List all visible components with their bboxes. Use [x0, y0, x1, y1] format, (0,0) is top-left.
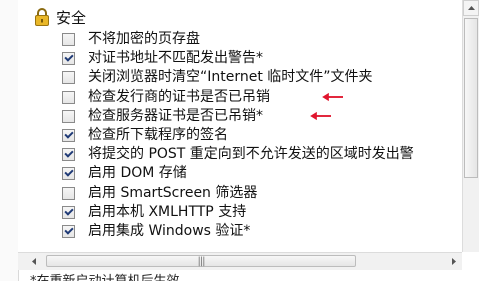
red-arrow-icon	[310, 111, 331, 120]
horizontal-scrollbar[interactable]: |||	[18, 252, 462, 270]
setting-checkbox[interactable]	[62, 33, 75, 46]
setting-checkbox[interactable]	[62, 148, 75, 162]
setting-label: 启用本机 XMLHTTP 支持	[88, 203, 247, 220]
lock-icon	[34, 8, 50, 26]
setting-label: 检查发行商的证书是否已吊销	[88, 88, 270, 105]
setting-label: 启用 SmartScreen 筛选器	[88, 184, 258, 201]
setting-label: 检查服务器证书是否已吊销*	[88, 107, 263, 124]
grip-icon: |||	[197, 255, 205, 267]
setting-checkbox[interactable]	[62, 52, 75, 66]
setting-label: 对证书地址不匹配发出警告*	[88, 50, 263, 67]
vertical-scrollbar[interactable]	[462, 0, 479, 252]
setting-label: 检查所下载程序的签名	[88, 127, 228, 143]
setting-checkbox[interactable]	[62, 109, 75, 123]
scroll-right-button[interactable]	[446, 253, 462, 270]
setting-checkbox[interactable]	[62, 205, 75, 219]
settings-list: 安全 不将加密的页存盘对证书地址不匹配发出警告* 关闭浏览器时清空“Interne…	[18, 0, 462, 252]
setting-label: 启用 DOM 存储	[88, 165, 187, 182]
section-header-security: 安全	[34, 6, 86, 28]
panel-left-edge	[0, 0, 19, 281]
setting-checkbox[interactable]	[62, 90, 75, 104]
footer-note: *在重新启动计算机后生效	[30, 270, 180, 281]
setting-checkbox[interactable]	[62, 186, 75, 200]
setting-label: 关闭浏览器时清空“Internet 临时文件”文件夹	[88, 69, 373, 86]
scroll-left-button[interactable]	[26, 253, 42, 270]
setting-row[interactable]: 启用集成 Windows 验证*	[18, 221, 462, 243]
horizontal-scroll-thumb[interactable]: |||	[46, 255, 356, 267]
scrollbar-corner	[462, 252, 480, 281]
setting-checkbox[interactable]	[62, 225, 75, 238]
setting-checkbox[interactable]	[62, 129, 75, 142]
setting-checkbox[interactable]	[62, 71, 75, 85]
setting-label: 不将加密的页存盘	[88, 31, 200, 47]
setting-label: 启用集成 Windows 验证*	[88, 223, 251, 239]
scroll-up-button[interactable]	[463, 0, 479, 16]
setting-checkbox[interactable]	[62, 167, 75, 181]
setting-label: 将提交的 POST 重定向到不允许发送的区域时发出警	[88, 146, 414, 163]
settings-panel: 安全 不将加密的页存盘对证书地址不匹配发出警告* 关闭浏览器时清空“Interne…	[0, 0, 480, 281]
section-title: 安全	[56, 8, 87, 27]
vertical-scroll-thumb[interactable]	[464, 18, 478, 178]
red-arrow-icon	[322, 92, 343, 101]
